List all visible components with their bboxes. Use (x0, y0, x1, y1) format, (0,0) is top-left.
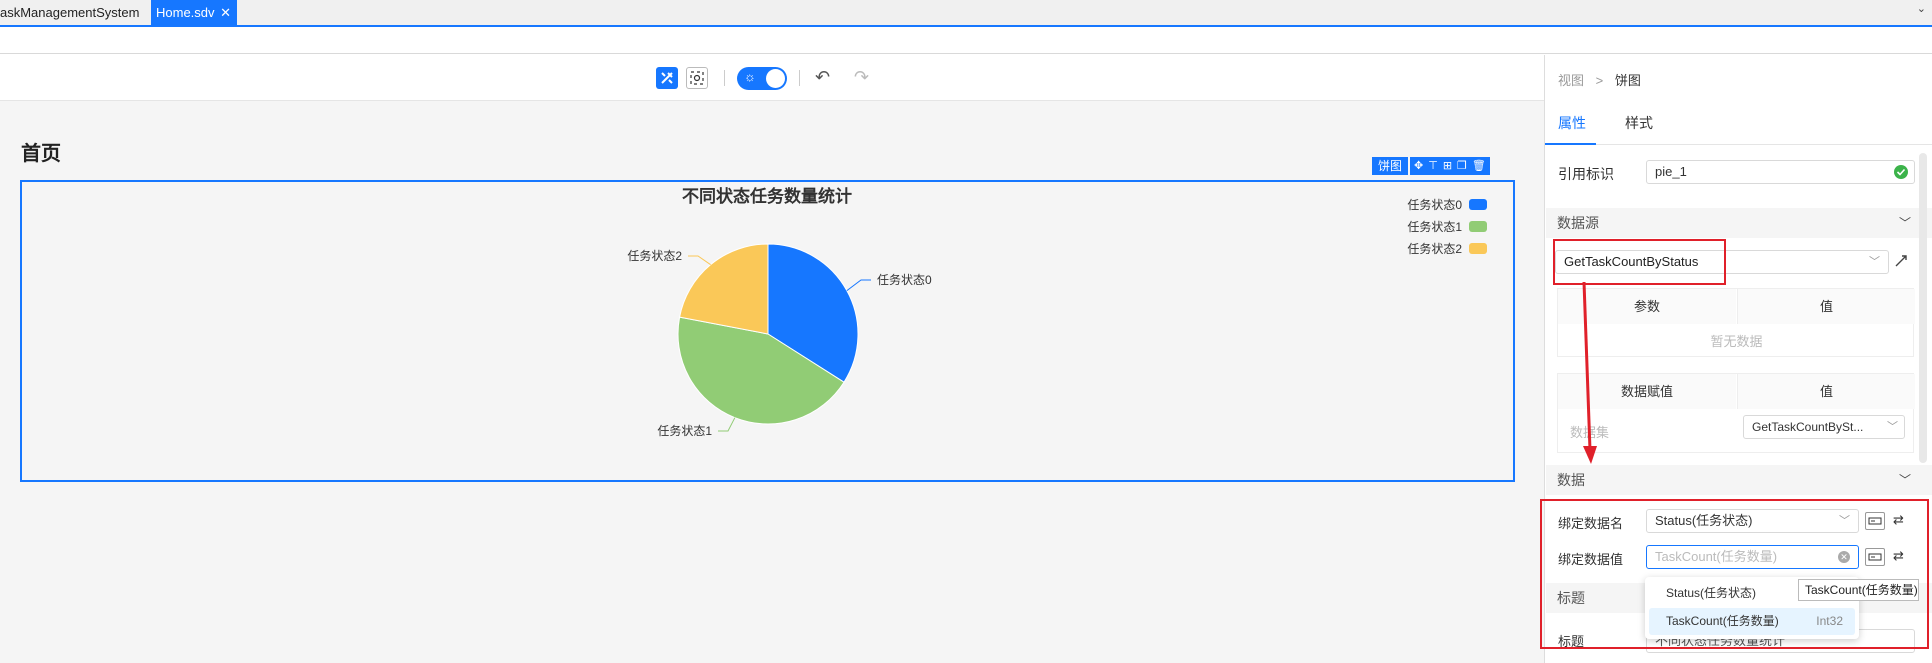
toolbar-divider (724, 70, 725, 86)
chevron-down-icon[interactable]: ⌄ (1917, 2, 1926, 15)
chart-title: 不同状态任务数量统计 (682, 186, 852, 206)
data-label: 任务状态0 (877, 272, 932, 287)
breadcrumb: 视图 > 饼图 (1558, 70, 1641, 89)
annotation-arrow (1582, 281, 1597, 464)
legend-swatch (1469, 199, 1487, 210)
design-mode-icon (661, 72, 673, 84)
toggle-knob (766, 69, 785, 88)
chevron-down-icon: ﹀ (1898, 473, 1911, 487)
tab-bar: askManagementSystem Home.sdv ✕ ⌄ (0, 0, 1932, 27)
pie-chart-widget[interactable]: 不同状态任务数量统计任务状态0 任务状态1 任务状态2 任务状态0 任务状态1 任务状态2 (20, 180, 1515, 482)
undo-icon[interactable]: ↶ (815, 67, 830, 88)
widget-tools: ✥ ⊤ ⊞ ❐ 🗑 (1410, 157, 1490, 175)
chevron-down-icon: ﹀ (1887, 421, 1898, 433)
legend-label: 任务状态0 (1407, 197, 1462, 212)
section-datasource[interactable]: 数据源 ﹀ (1546, 208, 1932, 238)
assign-value-col-header: 值 (1737, 374, 1915, 409)
chevron-down-icon: ﹀ (1898, 216, 1911, 230)
tab-properties[interactable]: 属性 (1558, 113, 1586, 133)
data-label: 任务状态1 (657, 423, 712, 438)
section-datasource-label: 数据源 (1557, 215, 1599, 231)
tab-style[interactable]: 样式 (1625, 113, 1653, 133)
label-line (846, 279, 871, 292)
scrollbar[interactable] (1919, 153, 1927, 463)
canvas-toolbar: ☼ ↶ ↷ (0, 55, 1544, 101)
grid-icon[interactable]: ⊞ (1443, 157, 1452, 175)
preview-icon (690, 71, 704, 85)
move-icon[interactable]: ✥ (1414, 157, 1423, 175)
tool-strip (0, 27, 1932, 54)
chevron-down-icon: ﹀ (1869, 256, 1880, 268)
panel-tabs: 属性 样式 (1545, 101, 1932, 145)
pie-chart: 不同状态任务数量统计任务状态0 任务状态1 任务状态2 任务状态0 任务状态1 任务状态2 (627, 186, 1487, 438)
check-circle-icon (1894, 165, 1908, 179)
label-line (718, 417, 736, 432)
highlight-box (1553, 239, 1726, 285)
tab-home-sdv[interactable]: Home.sdv ✕ (151, 0, 237, 25)
widget-toolbar: 饼图 ✥ ⊤ ⊞ ❐ 🗑 (1372, 157, 1490, 175)
preview-button[interactable] (686, 67, 708, 89)
legend-swatch (1469, 243, 1487, 254)
tab-home-label: Home.sdv (156, 5, 215, 20)
legend-label: 任务状态2 (1407, 241, 1462, 256)
legend-label: 任务状态1 (1407, 219, 1462, 234)
highlight-box (1540, 499, 1929, 649)
copy-icon[interactable]: ❐ (1457, 157, 1467, 175)
link-icon[interactable] (1892, 252, 1912, 270)
active-tab-indicator (1545, 143, 1596, 145)
data-assign-table: 数据赋值 值 数据集 GetTaskCountBySt... ﹀ (1557, 373, 1915, 453)
breadcrumb-current: 饼图 (1614, 73, 1641, 88)
section-data-label: 数据 (1557, 472, 1585, 488)
breadcrumb-root[interactable]: 视图 (1558, 73, 1584, 88)
toolbar-divider (799, 70, 800, 86)
ref-id-label: 引用标识 (1558, 166, 1614, 182)
value-col-header: 值 (1737, 289, 1915, 324)
align-top-icon[interactable]: ⊤ (1428, 157, 1438, 175)
page-title: 首页 (21, 143, 61, 165)
empty-text: 暂无数据 (1710, 334, 1763, 349)
ref-id-input[interactable]: pie_1 (1646, 160, 1915, 184)
sun-icon: ☼ (744, 69, 756, 84)
dataset-select[interactable]: GetTaskCountBySt... ﹀ (1743, 415, 1905, 439)
data-label: 任务状态2 (627, 248, 682, 263)
section-data[interactable]: 数据 ﹀ (1546, 465, 1932, 495)
tab-project[interactable]: askManagementSystem (0, 0, 146, 25)
close-icon[interactable]: ✕ (220, 0, 231, 25)
redo-icon[interactable]: ↷ (854, 67, 869, 88)
label-line (688, 255, 711, 266)
design-mode-button[interactable] (656, 67, 678, 89)
breadcrumb-separator: > (1595, 73, 1604, 88)
dataset-value: GetTaskCountBySt... (1752, 420, 1864, 434)
theme-toggle[interactable]: ☼ (737, 67, 787, 90)
widget-type-tag: 饼图 (1372, 157, 1409, 175)
ref-id-value: pie_1 (1655, 164, 1687, 179)
legend-swatch (1469, 221, 1487, 232)
design-canvas: ☼ ↶ ↷ 首页 饼图 ✥ ⊤ ⊞ ❐ 🗑 不同状态任务数量统计任务状态0 任务状… (0, 55, 1544, 663)
params-table: 参数 值 暂无数据 (1557, 288, 1915, 357)
delete-icon[interactable]: 🗑 (1472, 157, 1486, 175)
